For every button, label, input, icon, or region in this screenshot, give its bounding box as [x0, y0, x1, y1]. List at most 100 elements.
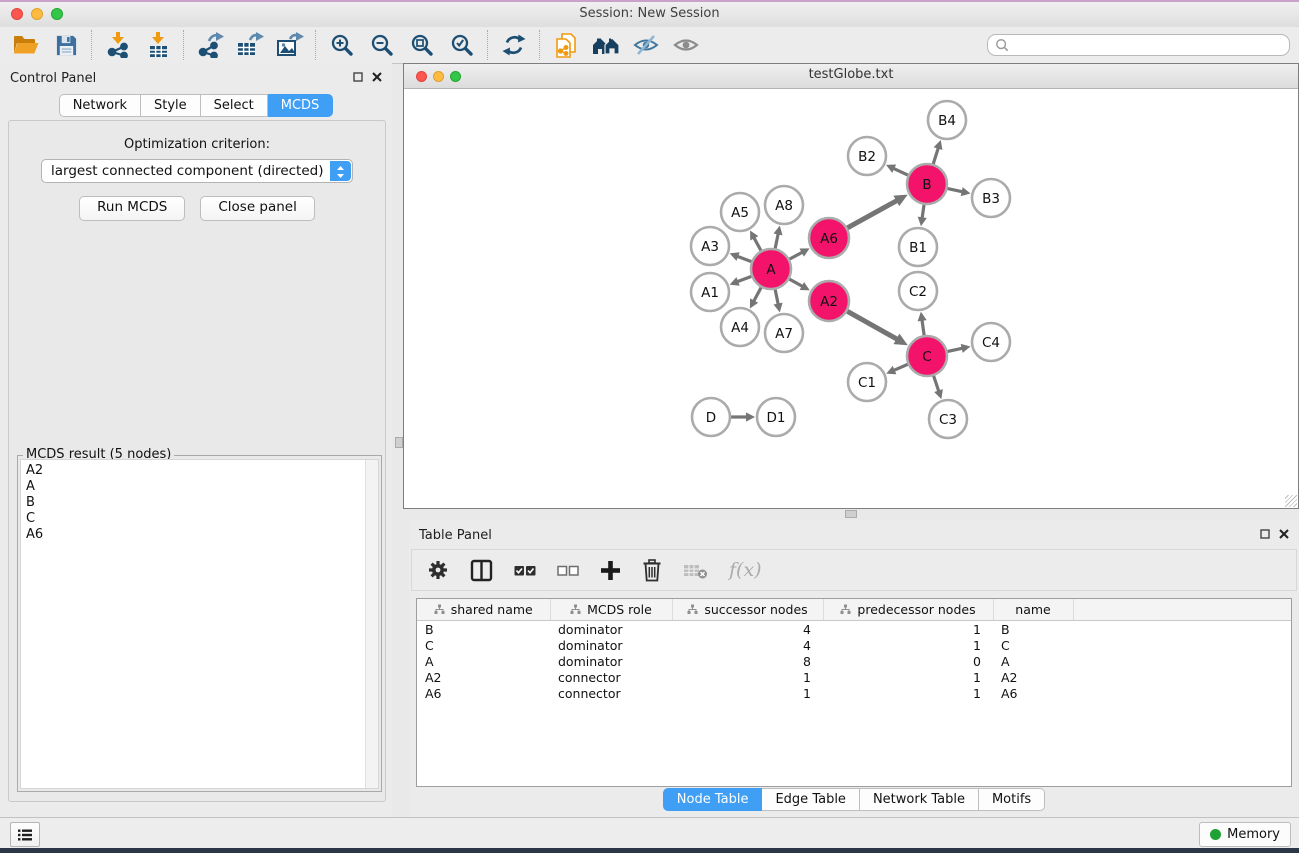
table-cell[interactable]: dominator [550, 637, 672, 653]
close-panel-icon[interactable] [1279, 529, 1289, 539]
graph-node-C1[interactable]: C1 [848, 363, 886, 401]
result-scrollbar[interactable] [365, 460, 378, 788]
float-panel-icon[interactable] [353, 72, 363, 82]
tab-mcds[interactable]: MCDS [268, 94, 334, 117]
graph-node-C3[interactable]: C3 [929, 400, 967, 438]
table-cell[interactable]: C [417, 637, 550, 653]
table-cell[interactable]: A6 [417, 685, 550, 701]
graph-node-B4[interactable]: B4 [928, 101, 966, 139]
tab-style[interactable]: Style [141, 94, 201, 117]
table-cell[interactable]: A2 [417, 669, 550, 685]
vertical-split-handle[interactable] [395, 437, 403, 448]
zoom-out-button[interactable] [362, 29, 402, 61]
table-cell[interactable]: 1 [823, 637, 993, 653]
table-cell[interactable]: A6 [993, 685, 1073, 701]
graph-node-B1[interactable]: B1 [899, 228, 937, 266]
refresh-layout-button[interactable] [494, 29, 534, 61]
table-row[interactable]: A6connector11A6 [417, 685, 1291, 701]
trash-icon[interactable] [642, 559, 662, 582]
graph-node-A2[interactable]: A2 [809, 281, 849, 321]
table-cell[interactable]: C [993, 637, 1073, 653]
table-row[interactable]: Bdominator41B [417, 621, 1291, 638]
close-panel-button[interactable]: Close panel [200, 196, 315, 221]
column-header-MCDS-role[interactable]: MCDS role [550, 599, 672, 621]
table-cell[interactable]: 1 [672, 685, 823, 701]
add-row-icon[interactable] [600, 560, 621, 581]
graph-edge-A6-B[interactable] [844, 195, 908, 230]
tab-motifs[interactable]: Motifs [979, 788, 1045, 811]
table-cell[interactable]: 1 [823, 621, 993, 638]
home-button[interactable] [586, 29, 626, 61]
graph-node-C[interactable]: C [907, 336, 947, 376]
tab-edge-table[interactable]: Edge Table [762, 788, 859, 811]
table-cell[interactable]: dominator [550, 621, 672, 638]
delete-table-icon[interactable] [683, 561, 708, 580]
graph-node-B[interactable]: B [907, 164, 947, 204]
task-history-button[interactable] [10, 822, 40, 847]
save-session-button[interactable] [46, 29, 86, 61]
table-cell[interactable]: B [417, 621, 550, 638]
export-image-button[interactable] [270, 29, 310, 61]
gear-icon[interactable] [427, 559, 449, 581]
close-network-window-button[interactable] [416, 71, 427, 82]
column-header-name[interactable]: name [993, 599, 1073, 621]
show-graphics-button[interactable] [666, 29, 706, 61]
mcds-result-item[interactable]: A [26, 479, 365, 495]
zoom-window-button[interactable] [51, 8, 63, 20]
tab-network-table[interactable]: Network Table [860, 788, 979, 811]
graph-node-A3[interactable]: A3 [691, 227, 729, 265]
column-header-predecessor-nodes[interactable]: predecessor nodes [823, 599, 993, 621]
table-cell[interactable]: B [993, 621, 1073, 638]
mcds-result-item[interactable]: A2 [26, 463, 365, 479]
graph-node-A8[interactable]: A8 [765, 186, 803, 224]
criterion-dropdown[interactable]: largest connected component (directed) [41, 159, 353, 183]
zoom-selected-button[interactable] [442, 29, 482, 61]
network-canvas[interactable]: B4B2BB3A8A5A6A3B1AA1C2A2A4A7C4CC1DD1C3 [404, 88, 1298, 508]
select-all-icon[interactable] [514, 563, 536, 578]
graph-node-B2[interactable]: B2 [848, 137, 886, 175]
table-row[interactable]: Adominator80A [417, 653, 1291, 669]
table-cell[interactable]: A [993, 653, 1073, 669]
graph-node-A6[interactable]: A6 [809, 218, 849, 258]
graph-node-D1[interactable]: D1 [757, 398, 795, 436]
clone-network-button[interactable] [546, 29, 586, 61]
minimize-network-window-button[interactable] [433, 71, 444, 82]
mcds-result-item[interactable]: A6 [26, 527, 365, 543]
graph-node-A5[interactable]: A5 [721, 193, 759, 231]
close-panel-icon[interactable] [372, 72, 382, 82]
import-table-button[interactable] [138, 29, 178, 61]
graph-node-C4[interactable]: C4 [972, 323, 1010, 361]
tab-select[interactable]: Select [201, 94, 268, 117]
search-input[interactable] [1013, 37, 1289, 53]
columns-icon[interactable] [470, 559, 493, 582]
float-panel-icon[interactable] [1260, 529, 1270, 539]
resize-grip-icon[interactable] [1285, 495, 1297, 507]
zoom-fit-button[interactable] [402, 29, 442, 61]
table-cell[interactable]: A2 [993, 669, 1073, 685]
search-field[interactable] [987, 34, 1290, 56]
memory-button[interactable]: Memory [1199, 822, 1291, 847]
table-cell[interactable]: 8 [672, 653, 823, 669]
graph-node-C2[interactable]: C2 [899, 272, 937, 310]
graph-node-B3[interactable]: B3 [972, 179, 1010, 217]
export-table-button[interactable] [230, 29, 270, 61]
function-builder-icon[interactable]: f(x) [729, 559, 762, 581]
close-window-button[interactable] [11, 8, 23, 20]
mcds-result-item[interactable]: C [26, 511, 365, 527]
hide-graphics-button[interactable] [626, 29, 666, 61]
table-cell[interactable]: dominator [550, 653, 672, 669]
zoom-in-button[interactable] [322, 29, 362, 61]
tab-node-table[interactable]: Node Table [663, 788, 763, 811]
table-cell[interactable]: connector [550, 685, 672, 701]
column-header-shared-name[interactable]: shared name [417, 599, 550, 621]
table-cell[interactable]: 4 [672, 637, 823, 653]
zoom-network-window-button[interactable] [450, 71, 461, 82]
table-cell[interactable]: 1 [672, 669, 823, 685]
export-network-button[interactable] [190, 29, 230, 61]
mcds-result-item[interactable]: B [26, 495, 365, 511]
table-row[interactable]: A2connector11A2 [417, 669, 1291, 685]
graph-node-A4[interactable]: A4 [721, 308, 759, 346]
graph-node-A7[interactable]: A7 [765, 314, 803, 352]
table-cell[interactable]: A [417, 653, 550, 669]
run-mcds-button[interactable]: Run MCDS [79, 196, 185, 221]
